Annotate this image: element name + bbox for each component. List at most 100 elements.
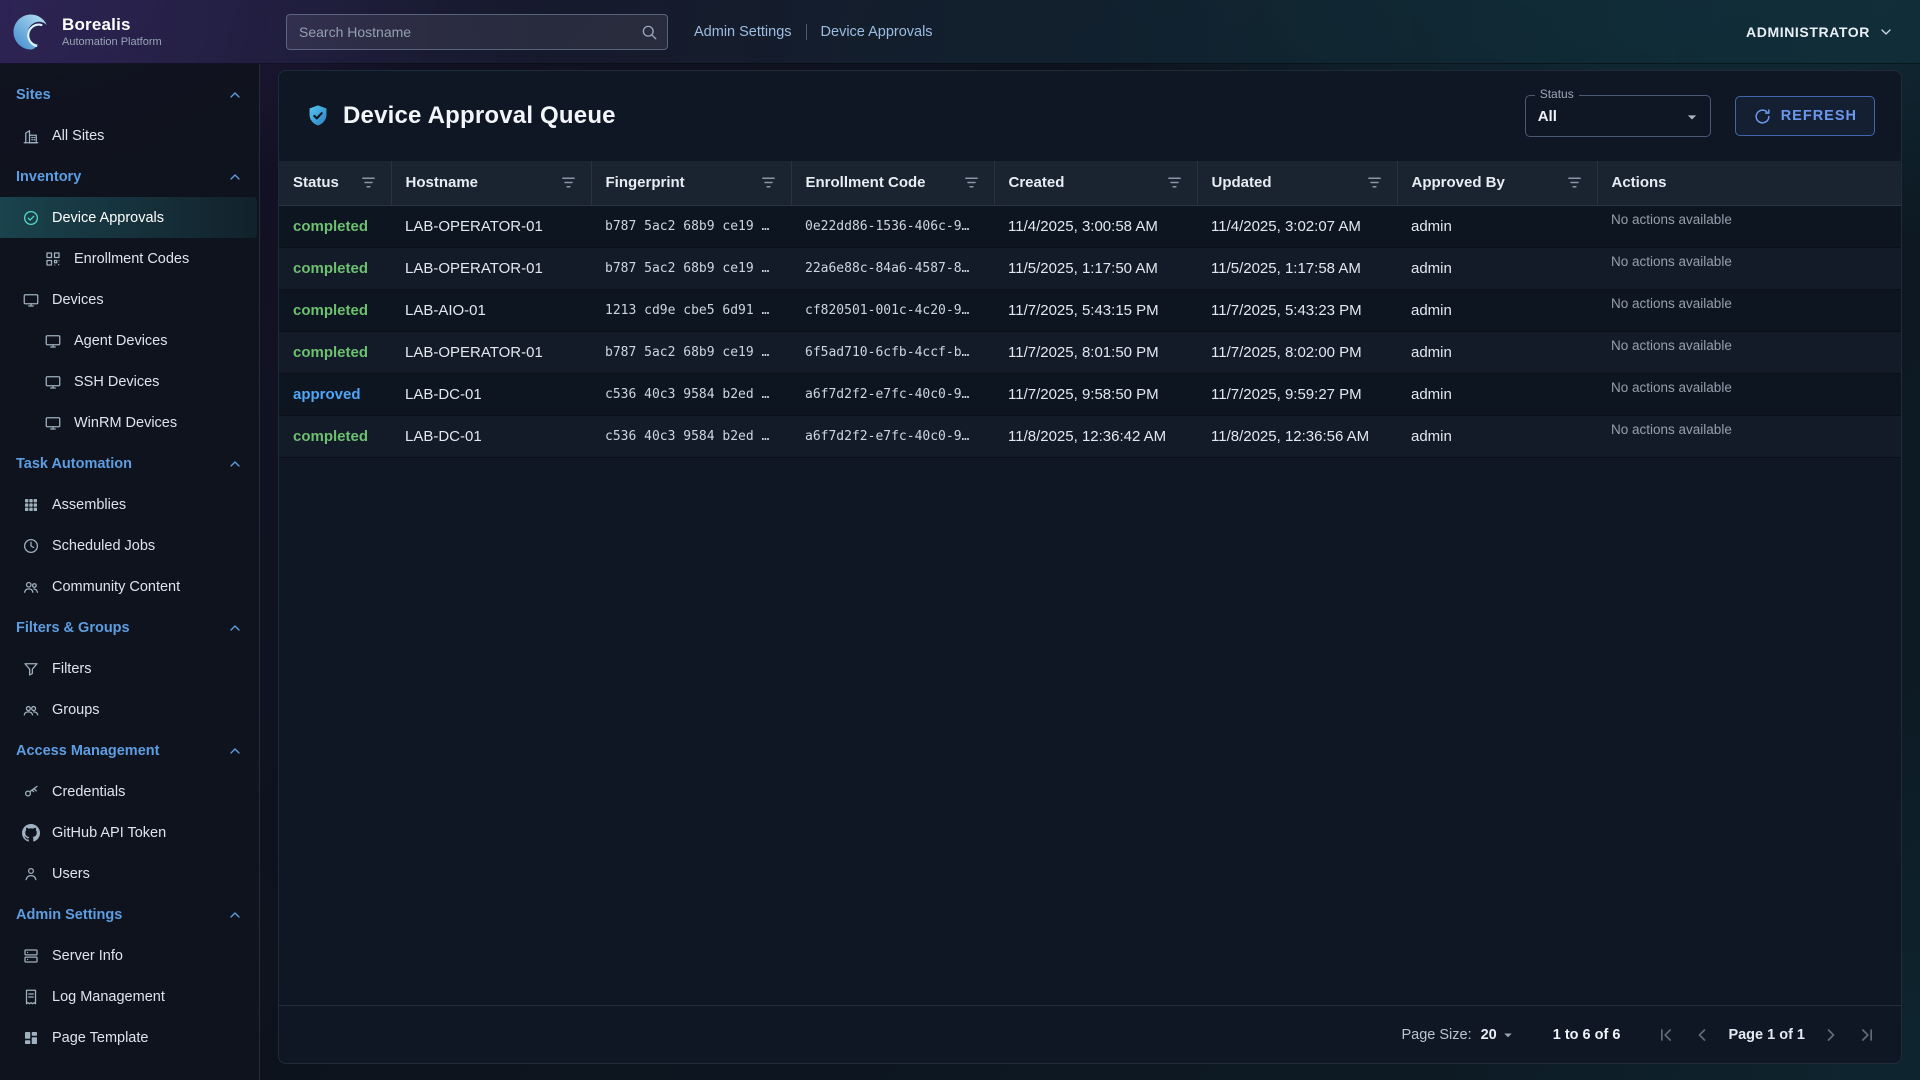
table-row: completed LAB-DC-01 c536 40c3 9584 b2ed …	[279, 415, 1901, 457]
previous-page-button[interactable]	[1692, 1025, 1712, 1045]
filters-icon	[22, 660, 40, 678]
column-label: Approved By	[1412, 174, 1505, 191]
sidebar-section-header-inventory[interactable]: Inventory	[0, 156, 259, 197]
arrow-drop-down-icon	[1682, 107, 1702, 127]
column-label: Hostname	[406, 174, 479, 191]
search-icon[interactable]	[640, 23, 658, 41]
refresh-label: REFRESH	[1781, 108, 1857, 124]
filter-icon[interactable]	[360, 174, 377, 191]
hostname-cell: LAB-OPERATOR-01	[391, 331, 591, 373]
sidebar-item-device-approvals[interactable]: Device Approvals	[0, 197, 257, 238]
sidebar-item-filters[interactable]: Filters	[0, 648, 259, 689]
sidebar-section-header-filters-groups[interactable]: Filters & Groups	[0, 607, 259, 648]
sidebar-item-groups[interactable]: Groups	[0, 689, 259, 730]
created-cell: 11/8/2025, 12:36:42 AM	[994, 415, 1197, 457]
sidebar-item-label: Assemblies	[52, 497, 126, 513]
sidebar-item-community-content[interactable]: Community Content	[0, 566, 259, 607]
hostname-cell: LAB-DC-01	[391, 415, 591, 457]
sidebar-item-server-info[interactable]: Server Info	[0, 935, 259, 976]
search-input[interactable]	[286, 14, 668, 50]
actions-cell: No actions available	[1597, 247, 1901, 289]
sidebar-item-enrollment-codes[interactable]: Enrollment Codes	[0, 238, 259, 279]
enrollment-code-cell: 22a6e88c-84a6-4587-8…	[791, 247, 994, 289]
sidebar-item-credentials[interactable]: Credentials	[0, 771, 259, 812]
created-cell: 11/7/2025, 8:01:50 PM	[994, 331, 1197, 373]
sidebar-section-header-admin-settings[interactable]: Admin Settings	[0, 894, 259, 935]
device-approval-panel: Device Approval Queue Status All REFRESH	[278, 70, 1902, 1064]
next-page-button[interactable]	[1821, 1025, 1841, 1045]
sidebar-item-label: Groups	[52, 702, 100, 718]
table-row: completed LAB-OPERATOR-01 b787 5ac2 68b9…	[279, 331, 1901, 373]
brand[interactable]: Borealis Automation Platform	[0, 11, 260, 53]
credentials-icon	[22, 783, 40, 801]
sidebar-section-header-sites[interactable]: Sites	[0, 74, 259, 115]
sidebar-item-label: Enrollment Codes	[74, 251, 189, 267]
breadcrumb-device-approvals[interactable]: Device Approvals	[821, 24, 933, 40]
breadcrumb-admin-settings[interactable]: Admin Settings	[694, 24, 792, 40]
user-menu[interactable]: ADMINISTRATOR	[1746, 24, 1894, 40]
approved-by-cell: admin	[1397, 331, 1597, 373]
sidebar-section-label: Access Management	[16, 743, 159, 759]
approved-by-cell: admin	[1397, 247, 1597, 289]
created-cell: 11/7/2025, 9:58:50 PM	[994, 373, 1197, 415]
updated-cell: 11/7/2025, 8:02:00 PM	[1197, 331, 1397, 373]
column-header-enrollment-code[interactable]: Enrollment Code	[791, 161, 994, 205]
refresh-button[interactable]: REFRESH	[1735, 96, 1875, 136]
sidebar-item-users[interactable]: Users	[0, 853, 259, 894]
sidebar-item-ssh-devices[interactable]: SSH Devices	[0, 361, 259, 402]
github-icon	[22, 824, 40, 842]
column-header-status[interactable]: Status	[279, 161, 391, 205]
filter-icon[interactable]	[1566, 174, 1583, 191]
hostname-cell: LAB-OPERATOR-01	[391, 247, 591, 289]
sidebar-item-label: WinRM Devices	[74, 415, 177, 431]
status-filter-select[interactable]: Status All	[1525, 95, 1711, 137]
sidebar-item-all-sites[interactable]: All Sites	[0, 115, 259, 156]
status-cell: completed	[279, 289, 391, 331]
sidebar-item-agent-devices[interactable]: Agent Devices	[0, 320, 259, 361]
filter-icon[interactable]	[1366, 174, 1383, 191]
fingerprint-cell: c536 40c3 9584 b2ed …	[591, 415, 791, 457]
sidebar-item-winrm-devices[interactable]: WinRM Devices	[0, 402, 259, 443]
filter-icon[interactable]	[1166, 174, 1183, 191]
sidebar-item-label: All Sites	[52, 128, 104, 144]
sidebar-item-github-api-token[interactable]: GitHub API Token	[0, 812, 259, 853]
sidebar-section-header-task-automation[interactable]: Task Automation	[0, 443, 259, 484]
status-cell: completed	[279, 205, 391, 247]
chevron-down-icon	[1878, 24, 1894, 40]
last-page-button[interactable]	[1857, 1025, 1877, 1045]
column-header-created[interactable]: Created	[994, 161, 1197, 205]
sidebar-item-label: SSH Devices	[74, 374, 159, 390]
fingerprint-cell: b787 5ac2 68b9 ce19 …	[591, 247, 791, 289]
sidebar-item-page-template[interactable]: Page Template	[0, 1017, 259, 1058]
column-header-approved-by[interactable]: Approved By	[1397, 161, 1597, 205]
column-header-hostname[interactable]: Hostname	[391, 161, 591, 205]
sidebar-item-scheduled-jobs[interactable]: Scheduled Jobs	[0, 525, 259, 566]
sites-icon	[22, 127, 40, 145]
sidebar-section-sites: Sites All Sites	[0, 74, 259, 156]
column-label: Actions	[1612, 174, 1667, 191]
column-header-updated[interactable]: Updated	[1197, 161, 1397, 205]
filter-icon[interactable]	[560, 174, 577, 191]
sidebar-section-header-access-management[interactable]: Access Management	[0, 730, 259, 771]
sidebar-item-assemblies[interactable]: Assemblies	[0, 484, 259, 525]
panel-header: Device Approval Queue Status All REFRESH	[279, 71, 1901, 161]
brand-subtitle: Automation Platform	[62, 36, 162, 48]
enrollment-code-cell: a6f7d2f2-e7fc-40c0-9…	[791, 373, 994, 415]
table-row: completed LAB-OPERATOR-01 b787 5ac2 68b9…	[279, 205, 1901, 247]
result-range: 1 to 6 of 6	[1553, 1027, 1621, 1043]
column-label: Status	[293, 174, 339, 191]
sidebar-item-label: Devices	[52, 292, 104, 308]
filter-icon[interactable]	[963, 174, 980, 191]
sidebar-item-log-management[interactable]: Log Management	[0, 976, 259, 1017]
sidebar-section-label: Filters & Groups	[16, 620, 130, 636]
page-size-select[interactable]: 20	[1481, 1026, 1517, 1044]
first-page-button[interactable]	[1656, 1025, 1676, 1045]
sidebar-item-label: GitHub API Token	[52, 825, 166, 841]
filter-icon[interactable]	[760, 174, 777, 191]
sidebar-item-label: Filters	[52, 661, 91, 677]
status-filter-value: All	[1538, 108, 1557, 125]
column-header-fingerprint[interactable]: Fingerprint	[591, 161, 791, 205]
sidebar-section-label: Task Automation	[16, 456, 132, 472]
sidebar-item-devices[interactable]: Devices	[0, 279, 259, 320]
log-management-icon	[22, 988, 40, 1006]
